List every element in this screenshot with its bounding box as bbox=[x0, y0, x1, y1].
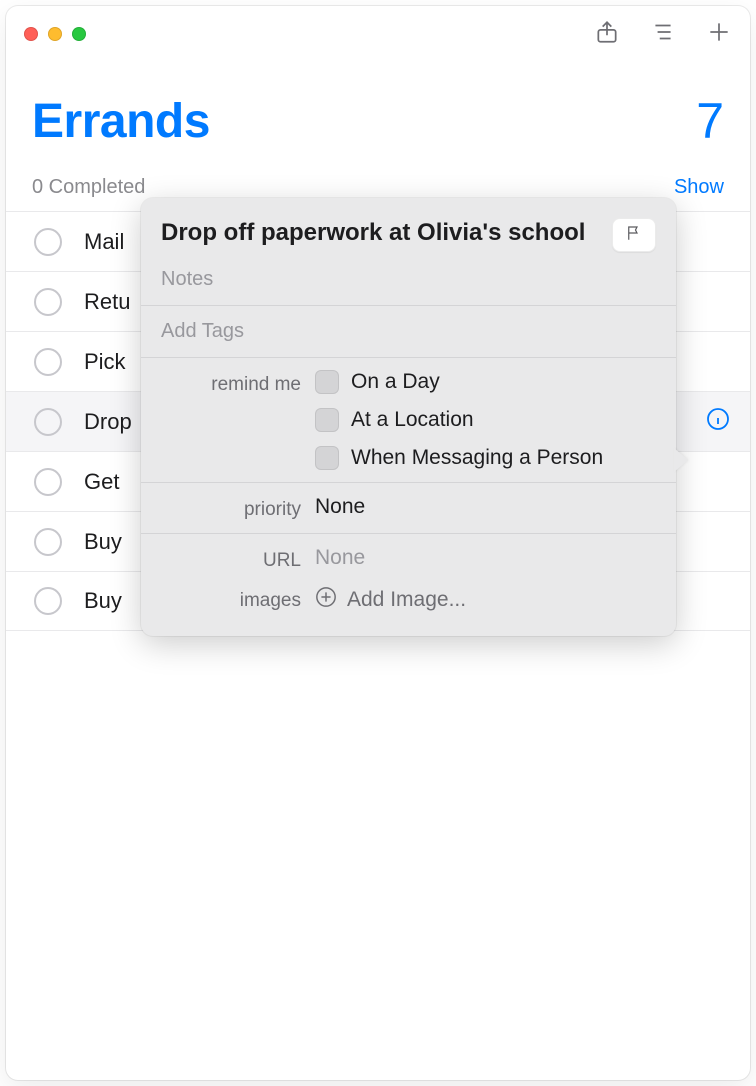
list-icon[interactable] bbox=[650, 19, 676, 50]
plus-circle-icon bbox=[315, 586, 337, 614]
separator bbox=[141, 357, 676, 358]
separator bbox=[141, 482, 676, 483]
reminder-title: Mail bbox=[84, 229, 124, 255]
app-window: Errands 7 0 Completed Show Mail Retu Pic… bbox=[6, 6, 750, 1080]
reminder-title: Retu bbox=[84, 289, 130, 315]
checkbox[interactable] bbox=[315, 446, 339, 470]
reminder-detail-title[interactable]: Drop off paperwork at Olivia's school bbox=[161, 218, 612, 248]
complete-toggle[interactable] bbox=[34, 288, 62, 316]
images-label: images bbox=[161, 586, 301, 612]
toolbar bbox=[594, 19, 732, 50]
reminder-title: Pick bbox=[84, 349, 126, 375]
separator bbox=[141, 533, 676, 534]
tags-field[interactable]: Add Tags bbox=[141, 314, 676, 349]
remind-when-messaging-option[interactable]: When Messaging a Person bbox=[315, 446, 656, 470]
titlebar bbox=[6, 6, 750, 62]
checkbox[interactable] bbox=[315, 408, 339, 432]
close-window-button[interactable] bbox=[24, 27, 38, 41]
complete-toggle[interactable] bbox=[34, 587, 62, 615]
add-icon[interactable] bbox=[706, 19, 732, 50]
complete-toggle[interactable] bbox=[34, 528, 62, 556]
remind-on-day-option[interactable]: On a Day bbox=[315, 370, 656, 394]
list-header: Errands 7 bbox=[6, 62, 750, 158]
info-icon[interactable] bbox=[706, 407, 730, 437]
reminder-title: Drop bbox=[84, 409, 132, 435]
url-section: URL None bbox=[141, 542, 676, 576]
checkbox[interactable] bbox=[315, 370, 339, 394]
priority-section: priority None bbox=[141, 491, 676, 525]
notes-field[interactable]: Notes bbox=[141, 262, 676, 297]
option-label: When Messaging a Person bbox=[351, 446, 603, 470]
reminder-title: Get bbox=[84, 469, 119, 495]
priority-value[interactable]: None bbox=[315, 495, 656, 519]
zoom-window-button[interactable] bbox=[72, 27, 86, 41]
flag-icon bbox=[625, 224, 643, 247]
reminder-title: Buy bbox=[84, 588, 122, 614]
share-icon[interactable] bbox=[594, 19, 620, 50]
url-value[interactable]: None bbox=[315, 546, 656, 570]
option-label: On a Day bbox=[351, 370, 440, 394]
list-count: 7 bbox=[696, 92, 724, 150]
reminder-details-popover: Drop off paperwork at Olivia's school No… bbox=[141, 198, 676, 636]
completed-count: 0 Completed bbox=[32, 176, 145, 199]
remind-at-location-option[interactable]: At a Location bbox=[315, 408, 656, 432]
list-title: Errands bbox=[32, 94, 210, 149]
show-completed-link[interactable]: Show bbox=[674, 176, 724, 199]
images-section: images Add Image... bbox=[141, 576, 676, 618]
option-label: At a Location bbox=[351, 408, 474, 432]
remind-me-label: remind me bbox=[161, 370, 301, 396]
add-image-button[interactable]: Add Image... bbox=[315, 586, 656, 614]
complete-toggle[interactable] bbox=[34, 348, 62, 376]
flag-button[interactable] bbox=[612, 218, 656, 252]
complete-toggle[interactable] bbox=[34, 228, 62, 256]
reminder-title: Buy bbox=[84, 529, 122, 555]
window-controls bbox=[24, 27, 86, 41]
url-label: URL bbox=[161, 546, 301, 572]
minimize-window-button[interactable] bbox=[48, 27, 62, 41]
separator bbox=[141, 305, 676, 306]
complete-toggle[interactable] bbox=[34, 468, 62, 496]
remind-me-section: remind me On a Day At a Location When Me… bbox=[141, 366, 676, 474]
complete-toggle[interactable] bbox=[34, 408, 62, 436]
priority-label: priority bbox=[161, 495, 301, 521]
add-image-label: Add Image... bbox=[347, 588, 466, 612]
